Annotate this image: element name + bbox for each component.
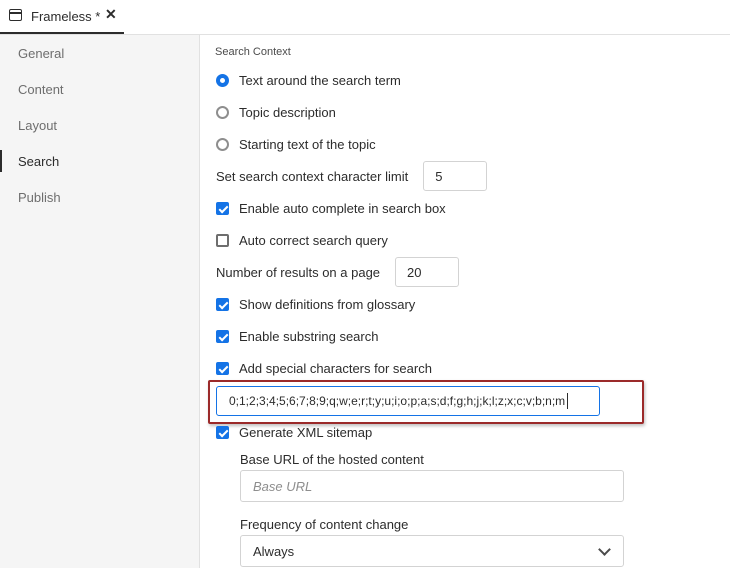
- checkbox-label: Add special characters for search: [239, 361, 432, 376]
- radio-label: Starting text of the topic: [239, 137, 376, 152]
- text-caret: [567, 393, 569, 409]
- base-url-label: Base URL of the hosted content: [240, 452, 424, 467]
- base-url-placeholder: Base URL: [253, 478, 313, 494]
- radio-button[interactable]: [216, 138, 229, 151]
- tab-frameless[interactable]: Frameless * ✕: [0, 0, 124, 34]
- radio-starting-text[interactable]: Starting text of the topic: [216, 137, 376, 152]
- radio-label: Topic description: [239, 105, 336, 120]
- checkbox[interactable]: [216, 362, 229, 375]
- window-icon: [9, 9, 22, 21]
- checkbox[interactable]: [216, 202, 229, 215]
- sidebar-item-general[interactable]: General: [0, 35, 199, 71]
- radio-topic-description[interactable]: Topic description: [216, 105, 336, 120]
- substring-option[interactable]: Enable substring search: [216, 329, 378, 344]
- results-per-page-input[interactable]: 20: [395, 257, 460, 287]
- frequency-label: Frequency of content change: [240, 517, 409, 532]
- context-limit-row: Set search context character limit 5: [216, 161, 488, 191]
- radio-label: Text around the search term: [239, 73, 401, 88]
- sidebar-item-label: Layout: [18, 117, 58, 133]
- base-url-input[interactable]: Base URL: [240, 470, 624, 502]
- tab-title: Frameless *: [31, 9, 101, 24]
- sidebar-item-layout[interactable]: Layout: [0, 107, 199, 143]
- chevron-down-icon: [598, 543, 611, 556]
- section-label: Search Context: [215, 46, 291, 58]
- results-per-page-row: Number of results on a page 20: [216, 257, 460, 287]
- context-limit-label: Set search context character limit: [216, 168, 409, 184]
- checkbox-label: Generate XML sitemap: [239, 425, 373, 440]
- sidebar-item-label: Content: [18, 81, 64, 97]
- sidebar-item-label: Publish: [18, 189, 61, 205]
- special-chars-value: 0;1;2;3;4;5;6;7;8;9;q;w;e;r;t;y;u;i;o;p;…: [229, 394, 566, 408]
- frequency-select[interactable]: Always: [240, 535, 624, 567]
- checkbox[interactable]: [216, 234, 229, 247]
- checkbox[interactable]: [216, 330, 229, 343]
- glossary-option[interactable]: Show definitions from glossary: [216, 297, 415, 312]
- sidebar-item-search[interactable]: Search: [0, 143, 199, 179]
- special-chars-input[interactable]: 0;1;2;3;4;5;6;7;8;9;q;w;e;r;t;y;u;i;o;p;…: [216, 386, 600, 416]
- sidebar-item-publish[interactable]: Publish: [0, 179, 199, 215]
- special-chars-option[interactable]: Add special characters for search: [216, 361, 432, 376]
- radio-button[interactable]: [216, 106, 229, 119]
- sidebar-item-content[interactable]: Content: [0, 71, 199, 107]
- sitemap-option[interactable]: Generate XML sitemap: [216, 425, 372, 440]
- checkbox-label: Enable auto complete in search box: [239, 201, 446, 216]
- frequency-value: Always: [253, 543, 295, 559]
- autocorrect-option[interactable]: Auto correct search query: [216, 233, 388, 248]
- checkbox-label: Auto correct search query: [239, 233, 388, 248]
- checkbox[interactable]: [216, 298, 229, 311]
- context-limit-input[interactable]: 5: [423, 161, 488, 191]
- checkbox[interactable]: [216, 426, 229, 439]
- close-icon[interactable]: ✕: [105, 6, 117, 23]
- tab-bar: Frameless * ✕: [0, 0, 730, 35]
- radio-button[interactable]: [216, 74, 229, 87]
- search-settings-panel: Search Context Text around the search te…: [200, 35, 730, 568]
- results-per-page-label: Number of results on a page: [216, 264, 381, 280]
- autocomplete-option[interactable]: Enable auto complete in search box: [216, 201, 446, 216]
- radio-text-around-term[interactable]: Text around the search term: [216, 73, 401, 88]
- sidebar: General Content Layout Search Publish: [0, 35, 200, 568]
- sidebar-item-label: General: [18, 45, 65, 61]
- checkbox-label: Enable substring search: [239, 329, 379, 344]
- sidebar-item-label: Search: [18, 153, 60, 169]
- checkbox-label: Show definitions from glossary: [239, 297, 416, 312]
